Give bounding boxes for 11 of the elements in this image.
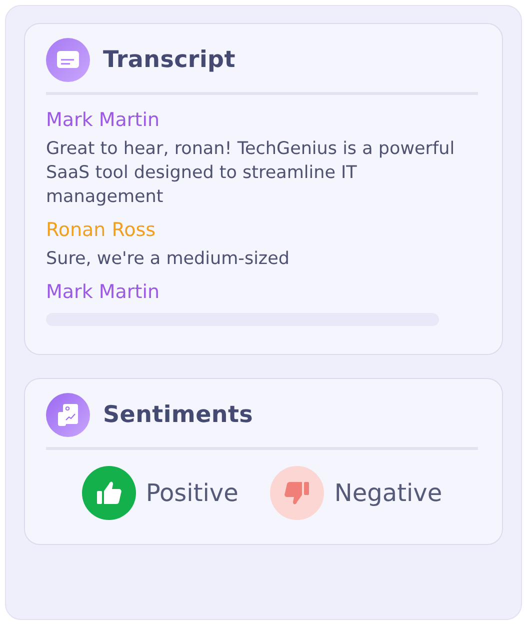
sentiment-option[interactable]: Positive <box>82 466 238 520</box>
card-title: Sentiments <box>103 402 254 428</box>
chart-document-icon <box>46 393 90 437</box>
speaker-name: Ronan Ross <box>46 219 157 241</box>
speaker-name: Mark Martin <box>46 109 161 131</box>
message-text: Sure, we're a medium-sized <box>46 248 290 271</box>
speaker-name: Mark Martin <box>46 281 161 303</box>
card-title: Transcript <box>103 47 236 73</box>
caption-icon <box>46 38 90 82</box>
sentiment-option[interactable]: Negative <box>270 466 442 520</box>
message-text: Great to hear, ronan! TechGenius is a powerful SaaS tool designed to streamline IT management <box>46 138 456 209</box>
